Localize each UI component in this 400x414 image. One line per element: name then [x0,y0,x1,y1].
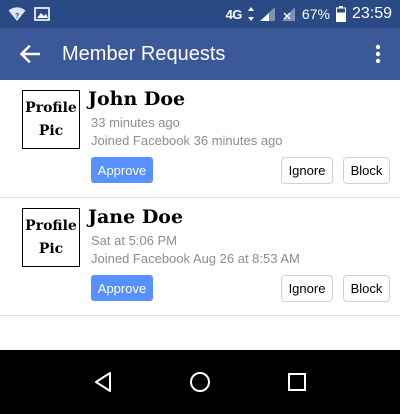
approve-button[interactable]: Approve [91,157,153,183]
request-card: Profile Pic Jane Doe Sat at 5:06 PM Join… [0,198,400,316]
data-arrows-icon [247,7,254,21]
nav-back-button[interactable] [83,362,123,402]
network-type: 4G [225,6,243,22]
avatar-label-line1: Profile [25,217,77,234]
request-card: Profile Pic John Doe 33 minutes ago Join… [0,80,400,198]
triangle-back-icon [95,372,112,392]
back-button[interactable] [0,28,60,80]
status-bar: ? 4G 67% 23:59 [0,0,400,28]
status-right: 4G 67% 23:59 [226,5,392,23]
avatar-label-line2: Pic [38,122,64,139]
circle-home-icon [189,372,210,392]
request-time: Sat at 5:06 PM [91,233,177,248]
image-notification-icon [34,7,50,21]
block-button[interactable]: Block [343,275,390,302]
request-time: 33 minutes ago [91,115,180,130]
clock: 23:59 [351,5,392,22]
avatar-label-line2: Pic [38,240,64,257]
ignore-button[interactable]: Ignore [281,275,333,302]
square-recents-icon [287,373,306,391]
nav-recents-button[interactable] [277,362,317,402]
nav-home-button[interactable] [180,362,220,402]
joined-date: Joined Facebook Aug 26 at 8:53 AM [91,251,300,266]
avatar[interactable]: Profile Pic [22,90,80,149]
app-bar: Member Requests [0,28,400,80]
status-left: ? [8,6,50,22]
approve-button[interactable]: Approve [91,275,153,301]
no-sim-signal-icon [281,7,295,21]
ignore-button[interactable]: Ignore [281,157,333,184]
joined-date: Joined Facebook 36 minutes ago [91,133,283,148]
avatar-label-line1: Profile [25,99,77,116]
battery-icon [335,6,346,22]
more-vert-icon [375,44,381,64]
arrow-back-icon [20,45,40,63]
overflow-menu-button[interactable] [356,28,400,80]
member-name[interactable]: Jane Doe [88,206,183,228]
signal-icon [259,7,275,21]
svg-text:?: ? [15,13,19,20]
wifi-icon: ? [8,7,26,21]
battery-percent: 67% [301,6,330,22]
member-name[interactable]: John Doe [88,88,185,110]
block-button[interactable]: Block [343,157,390,184]
page-title: Member Requests [62,42,226,65]
system-nav-bar [0,350,400,414]
request-list: Profile Pic John Doe 33 minutes ago Join… [0,80,400,350]
avatar[interactable]: Profile Pic [22,208,80,267]
